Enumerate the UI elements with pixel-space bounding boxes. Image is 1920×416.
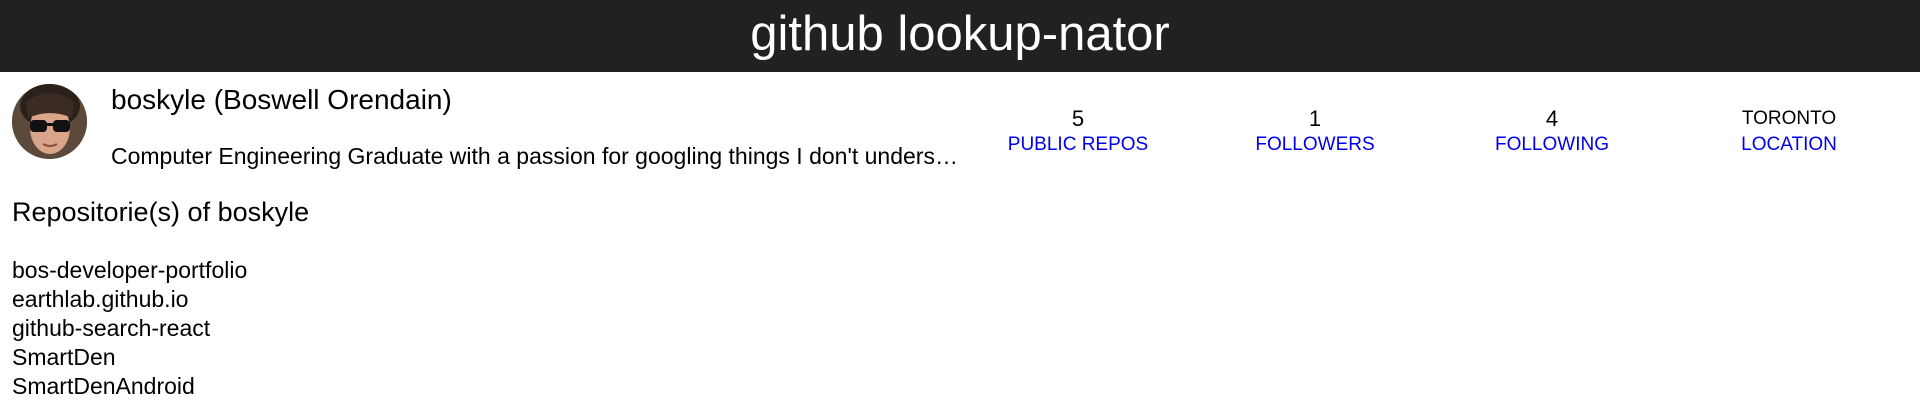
following-link[interactable]: Following — [1442, 132, 1662, 158]
avatar-photo-icon — [12, 84, 87, 159]
repository-list: bos-developer-portfolio earthlab.github.… — [12, 256, 309, 401]
app-header: github lookup-nator — [0, 0, 1920, 72]
repository-item[interactable]: earthlab.github.io — [12, 285, 309, 314]
public-repos-count: 5 — [1071, 106, 1085, 131]
followers-count: 1 — [1308, 106, 1322, 131]
repository-item[interactable]: SmartDenAndroid — [12, 372, 309, 401]
repository-item[interactable]: SmartDen — [12, 343, 309, 372]
followers-link[interactable]: Followers — [1205, 132, 1425, 158]
user-avatar — [12, 84, 87, 159]
stat-location: Toronto Location — [1679, 106, 1899, 158]
repositories-title: Repositorie(s) of boskyle — [12, 197, 310, 227]
repository-item[interactable]: bos-developer-portfolio — [12, 256, 309, 285]
repositories-section: Repositorie(s) of boskyle bos-developer-… — [12, 194, 309, 401]
stat-following: 4 Following — [1442, 106, 1662, 158]
repository-item[interactable]: github-search-react — [12, 314, 309, 343]
location-link[interactable]: Location — [1679, 132, 1899, 158]
following-count: 4 — [1545, 106, 1559, 131]
app-title: github lookup-nator — [750, 6, 1170, 61]
location-value: Toronto — [1741, 108, 1837, 129]
user-profile: boskyle (Boswell Orendain) Computer Engi… — [0, 72, 1920, 182]
user-name: boskyle (Boswell Orendain) — [111, 84, 452, 115]
stat-followers: 1 Followers — [1205, 106, 1425, 158]
user-bio: Computer Engineering Graduate with a pas… — [111, 143, 961, 169]
public-repos-link[interactable]: Public Repos — [968, 132, 1188, 158]
stat-public-repos: 5 Public Repos — [968, 106, 1188, 158]
